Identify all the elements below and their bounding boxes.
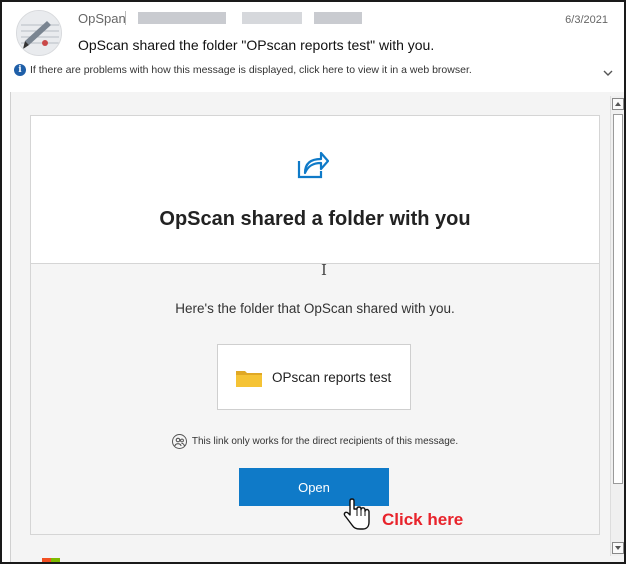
redacted-address <box>314 12 362 24</box>
scroll-down-button[interactable] <box>612 542 624 554</box>
share-card-header: OpScan shared a folder with you <box>31 116 599 264</box>
recipient-note-text: This link only works for the direct reci… <box>191 436 459 447</box>
chevron-down-icon[interactable] <box>602 68 614 78</box>
folder-icon <box>236 371 262 387</box>
info-icon: i <box>14 64 26 76</box>
sender-avatar[interactable] <box>16 10 62 56</box>
share-card: OpScan shared a folder with you I Here's… <box>30 115 600 535</box>
sender-name[interactable]: OpSpan <box>78 11 126 26</box>
info-bar[interactable]: i If there are problems with how this me… <box>14 64 472 76</box>
redacted-address <box>138 12 226 24</box>
share-icon <box>297 151 329 179</box>
message-subject: OpScan shared the folder "OPscan reports… <box>78 37 435 53</box>
people-icon <box>171 434 187 449</box>
microsoft-logo-icon <box>42 558 60 562</box>
vertical-scrollbar[interactable] <box>610 96 624 556</box>
scrollbar-thumb[interactable] <box>613 114 623 484</box>
text-cursor-icon: I <box>321 261 327 279</box>
message-header: OpSpan 6/3/2021 OpScan shared the folder… <box>2 2 624 86</box>
card-description: Here's the folder that OpScan shared wit… <box>175 301 455 316</box>
recipient-note: This link only works for the direct reci… <box>31 434 599 449</box>
separator <box>125 11 126 25</box>
scroll-up-button[interactable] <box>612 98 624 110</box>
message-date: 6/3/2021 <box>565 14 608 26</box>
folder-name: OPscan reports test <box>272 370 392 385</box>
info-bar-text: If there are problems with how this mess… <box>30 64 472 76</box>
card-title: OpScan shared a folder with you <box>159 208 471 230</box>
shared-folder-link[interactable]: OPscan reports test <box>217 344 411 410</box>
click-here-annotation: Click here <box>382 510 464 529</box>
hand-cursor-icon <box>343 498 370 530</box>
redacted-address <box>242 12 302 24</box>
